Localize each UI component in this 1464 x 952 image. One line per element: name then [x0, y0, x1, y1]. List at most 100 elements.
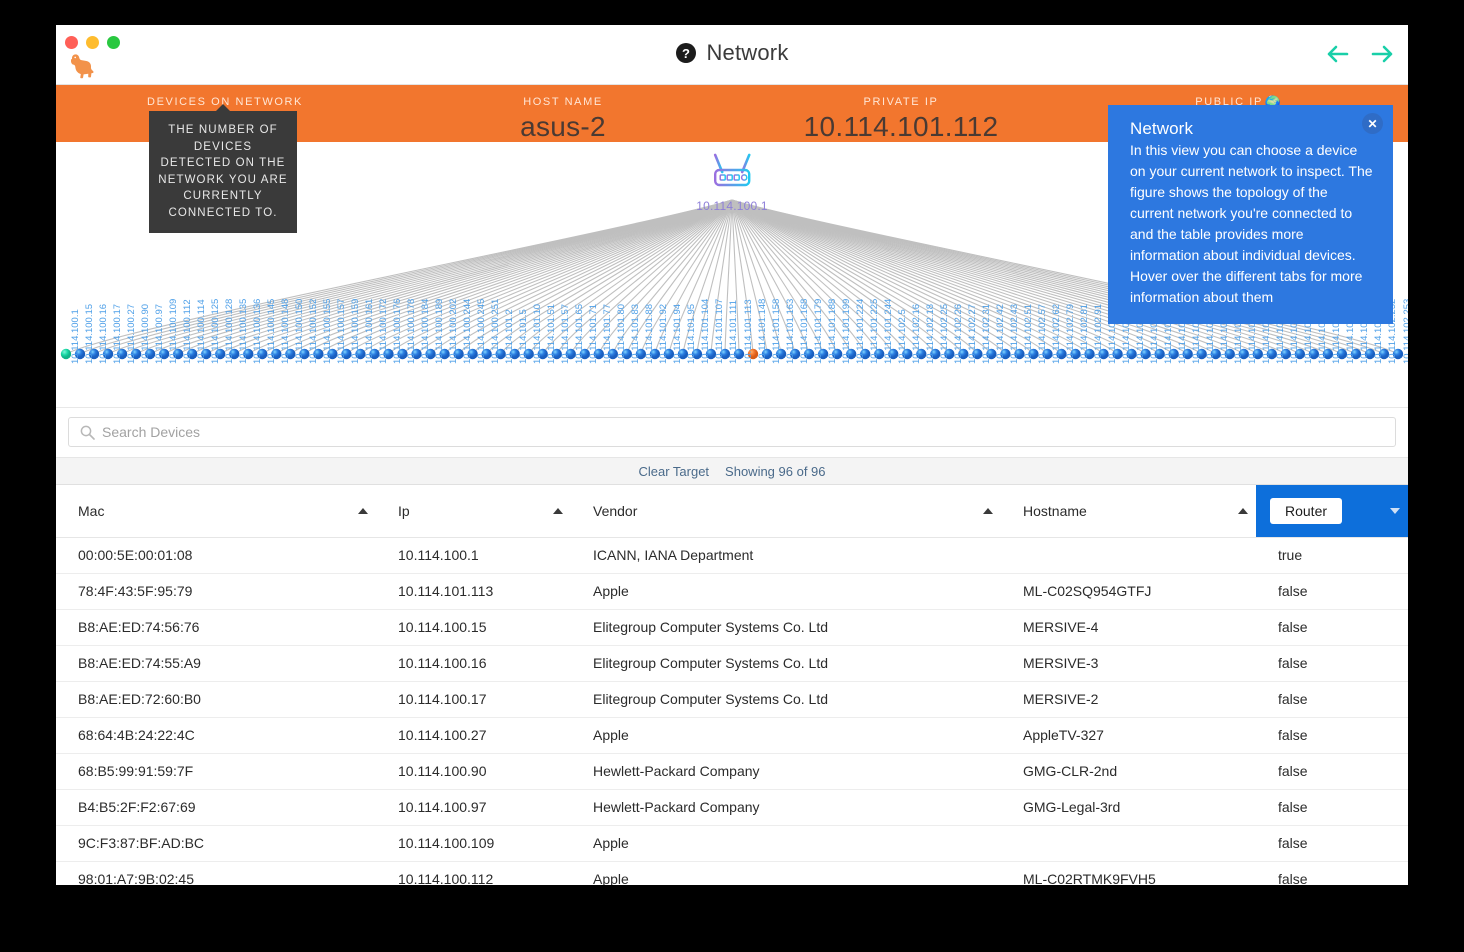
tick-label: 10.114.101.179	[812, 298, 824, 364]
tick-label: 10.114.100.251	[490, 298, 502, 364]
table-row[interactable]: 68:B5:99:91:59:7F 10.114.100.90 Hewlett-Pa…	[56, 753, 1408, 790]
tick-label: 10.114.100.15	[83, 303, 95, 364]
column-header-hostname[interactable]: Hostname	[1001, 485, 1256, 538]
tick-label: 10.114.100.17	[111, 303, 123, 364]
tick-label: 10.114.100.125	[209, 298, 221, 364]
tick-label: 10.114.101.158	[770, 298, 782, 364]
sort-asc-icon	[553, 507, 563, 514]
tick-label: 10.114.102.81	[1079, 303, 1091, 364]
search-box[interactable]	[68, 417, 1396, 447]
cell-hostname: AppleTV-327	[1001, 717, 1256, 754]
tick-label: 10.114.100.244	[462, 298, 474, 364]
cell-router: false	[1256, 681, 1408, 718]
sort-asc-icon	[1238, 507, 1248, 514]
cell-ip: 10.114.100.17	[376, 681, 571, 718]
cell-mac: B4:B5:2F:F2:67:69	[56, 789, 376, 826]
cell-vendor: ICANN, IANA Department	[571, 537, 1001, 574]
column-header-mac[interactable]: Mac	[56, 485, 376, 538]
cell-vendor: Elitegroup Computer Systems Co. Ltd	[571, 609, 1001, 646]
search-input[interactable]	[102, 424, 1395, 440]
cell-hostname: ML-C02RTMK9FVH5	[1001, 861, 1256, 885]
tick-label: 10.114.101.224	[854, 298, 866, 364]
app-window: ? Network DEVICES ON NETWORK HOST NAME a…	[56, 25, 1408, 885]
column-label: Router	[1270, 497, 1343, 524]
table-row[interactable]: B8:AE:ED:74:55:A9 10.114.100.16 Elitegroup…	[56, 645, 1408, 682]
cell-router: false	[1256, 573, 1408, 610]
cell-hostname: GMG-CLR-2nd	[1001, 753, 1256, 790]
sort-asc-icon	[983, 507, 993, 514]
tick-label: 10.114.100.172	[377, 298, 389, 364]
tick-label: 10.114.102.57	[1036, 303, 1048, 364]
close-icon[interactable]: ✕	[1362, 113, 1383, 134]
cell-router: false	[1256, 645, 1408, 682]
tick-label: 10.114.102.62	[1050, 303, 1062, 364]
cell-vendor: Apple	[571, 717, 1001, 754]
title-bar: ? Network	[56, 25, 1408, 85]
navigation-arrows	[1326, 43, 1394, 65]
table-row[interactable]: 78:4F:43:5F:95:79 10.114.101.113 Apple ML-C…	[56, 573, 1408, 610]
tick-label: 10.114.102.18	[924, 303, 936, 364]
stat-host-name[interactable]: HOST NAME asus-2	[394, 85, 732, 142]
cell-mac: B8:AE:ED:74:56:76	[56, 609, 376, 646]
stat-value: asus-2	[520, 111, 606, 142]
header-title-group: ? Network	[56, 40, 1408, 66]
tick-label: 10.114.102.26	[952, 303, 964, 364]
tick-label: 10.114.100.90	[139, 303, 151, 364]
cell-hostname	[1001, 825, 1256, 862]
tick-label: 10.114.101.107	[714, 298, 726, 364]
tick-label: 10.114.100.184	[420, 298, 432, 364]
column-header-router[interactable]: Router	[1256, 485, 1408, 538]
cell-hostname: GMG-Legal-3rd	[1001, 789, 1256, 826]
showing-count-label: Showing 96 of 96	[725, 463, 826, 479]
cell-ip: 10.114.100.112	[376, 861, 571, 885]
tick-label: 10.114.100.97	[153, 303, 165, 364]
tick-label: 10.114.100.245	[476, 298, 488, 364]
tick-label: 10.114.101.148	[756, 298, 768, 364]
cell-router: false	[1256, 753, 1408, 790]
tick-label: 10.114.100.189	[434, 298, 446, 364]
cell-router: false	[1256, 789, 1408, 826]
table-row[interactable]: 98:01:A7:9B:02:45 10.114.100.112 Apple ML-C…	[56, 861, 1408, 885]
cell-mac: 78:4F:43:5F:95:79	[56, 573, 376, 610]
page-title: Network	[706, 40, 789, 65]
tick-label: 10.114.100.27	[125, 303, 137, 364]
cell-vendor: Apple	[571, 573, 1001, 610]
column-header-ip[interactable]: Ip	[376, 485, 571, 538]
tick-label: 10.114.100.128	[223, 298, 235, 364]
topology-tick-labels: 10.114.100.1 10.114.100.15 10.114.100.16 10…	[56, 299, 1409, 407]
stat-private-ip[interactable]: PRIVATE IP 10.114.101.112	[732, 85, 1070, 142]
tick-label: 10.114.102.31	[980, 303, 992, 364]
cell-hostname: ML-C02SQ954GTFJ	[1001, 573, 1256, 610]
tick-label: 10.114.100.159	[349, 298, 361, 364]
tick-label: 10.114.101.57	[560, 303, 572, 364]
router-node[interactable]: 10.114.100.1	[696, 152, 768, 213]
table-row[interactable]: 68:64:4B:24:22:4C 10.114.100.27 Apple Apple…	[56, 717, 1408, 754]
stat-label: HOST NAME	[523, 96, 603, 108]
devices-tooltip: THE NUMBER OF DEVICES DETECTED ON THE NE…	[149, 104, 297, 233]
table-header-row: Mac Ip Vendor Hostname Router	[56, 485, 1408, 538]
tick-label: 10.114.101.65	[574, 303, 586, 364]
stat-value: 10.114.101.112	[803, 111, 999, 142]
arrow-left-icon[interactable]	[1326, 43, 1350, 65]
search-icon	[80, 425, 95, 440]
table-row[interactable]: B8:AE:ED:72:60:B0 10.114.100.17 Elitegroup…	[56, 681, 1408, 718]
table-row[interactable]: B8:AE:ED:74:56:76 10.114.100.15 Elitegroup…	[56, 609, 1408, 646]
cell-router: false	[1256, 717, 1408, 754]
stat-label: PRIVATE IP	[863, 96, 939, 108]
table-row[interactable]: 9C:F3:87:BF:AD:BC 10.114.100.109 Apple fals…	[56, 825, 1408, 862]
arrow-right-icon[interactable]	[1370, 43, 1394, 65]
tick-label: 10.114.101.80	[616, 303, 628, 364]
tick-label: 10.114.101.95	[686, 303, 698, 364]
clear-target-button[interactable]: Clear Target	[638, 464, 709, 479]
tick-label: 10.114.100.202	[448, 298, 460, 364]
help-circle-icon[interactable]: ?	[675, 42, 697, 64]
tick-label: 10.114.100.161	[363, 298, 375, 364]
cell-ip: 10.114.100.90	[376, 753, 571, 790]
tick-label: 10.114.101.10	[532, 303, 544, 364]
column-header-vendor[interactable]: Vendor	[571, 485, 1001, 538]
tick-label: 10.114.100.155	[321, 298, 333, 364]
cell-hostname: MERSIVE-3	[1001, 645, 1256, 682]
table-row[interactable]: 00:00:5E:00:01:08 10.114.100.1 ICANN, IANA…	[56, 537, 1408, 574]
table-row[interactable]: B4:B5:2F:F2:67:69 10.114.100.97 Hewlett-Pa…	[56, 789, 1408, 826]
tick-label: 10.114.101.88	[644, 303, 656, 364]
